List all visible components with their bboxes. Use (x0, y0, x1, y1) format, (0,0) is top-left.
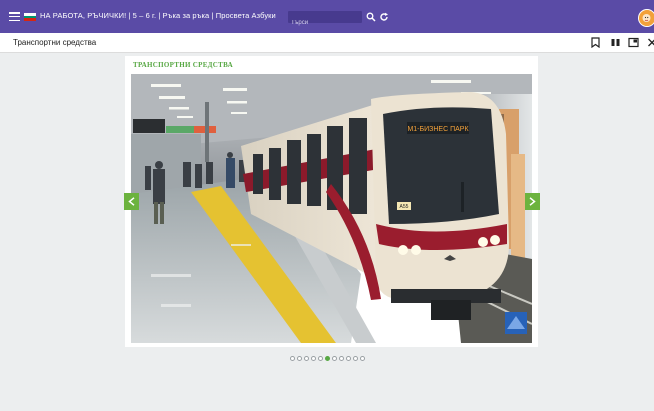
train-number-label: А55 (400, 204, 409, 210)
train-destination-sign: М1-БИЗНЕС ПАРК (407, 126, 469, 133)
pagination-dot[interactable] (332, 356, 337, 361)
search-input[interactable] (288, 17, 362, 29)
app-title: НА РАБОТА, РЪЧИЧКИ! | 5 – 6 г. | Ръка за… (40, 11, 276, 20)
chevron-right-icon (529, 197, 536, 206)
slide-heading: ТРАНСПОРТНИ СРЕДСТВА (133, 61, 233, 69)
bookmark-icon[interactable] (590, 37, 601, 48)
previous-slide-button[interactable] (124, 193, 139, 210)
refresh-icon[interactable] (379, 12, 389, 22)
pagination-dot[interactable] (353, 356, 358, 361)
top-bar: НА РАБОТА, РЪЧИЧКИ! | 5 – 6 г. | Ръка за… (0, 0, 654, 33)
section-toolbar: Транспортни средства (0, 33, 654, 53)
search-icon[interactable] (366, 12, 376, 22)
pagination-dot[interactable] (311, 356, 316, 361)
pagination-dot[interactable] (304, 356, 309, 361)
slide-pagination (290, 356, 365, 362)
pagination-dot[interactable] (318, 356, 323, 361)
pagination-dot[interactable] (360, 356, 365, 361)
section-title: Транспортни средства (13, 38, 97, 47)
next-slide-button[interactable] (525, 193, 540, 210)
pagination-dot[interactable] (346, 356, 351, 361)
user-avatar[interactable] (638, 9, 654, 27)
picture-in-picture-icon[interactable] (628, 37, 639, 48)
close-icon[interactable] (647, 37, 654, 48)
pagination-dot[interactable] (290, 356, 295, 361)
bulgarian-flag-icon (24, 13, 36, 21)
pagination-dot[interactable] (297, 356, 302, 361)
pagination-dot[interactable] (325, 356, 330, 361)
menu-icon[interactable] (9, 12, 20, 22)
columns-icon[interactable] (610, 37, 621, 48)
pagination-dot[interactable] (339, 356, 344, 361)
chevron-left-icon (128, 197, 135, 206)
metro-train-image: М1-БИЗНЕС ПАРК А55 (131, 74, 532, 343)
search-field[interactable] (288, 11, 362, 29)
slide-card: ТРАНСПОРТНИ СРЕДСТВА М1-БИЗНЕС ПАРК А55 (125, 56, 538, 347)
